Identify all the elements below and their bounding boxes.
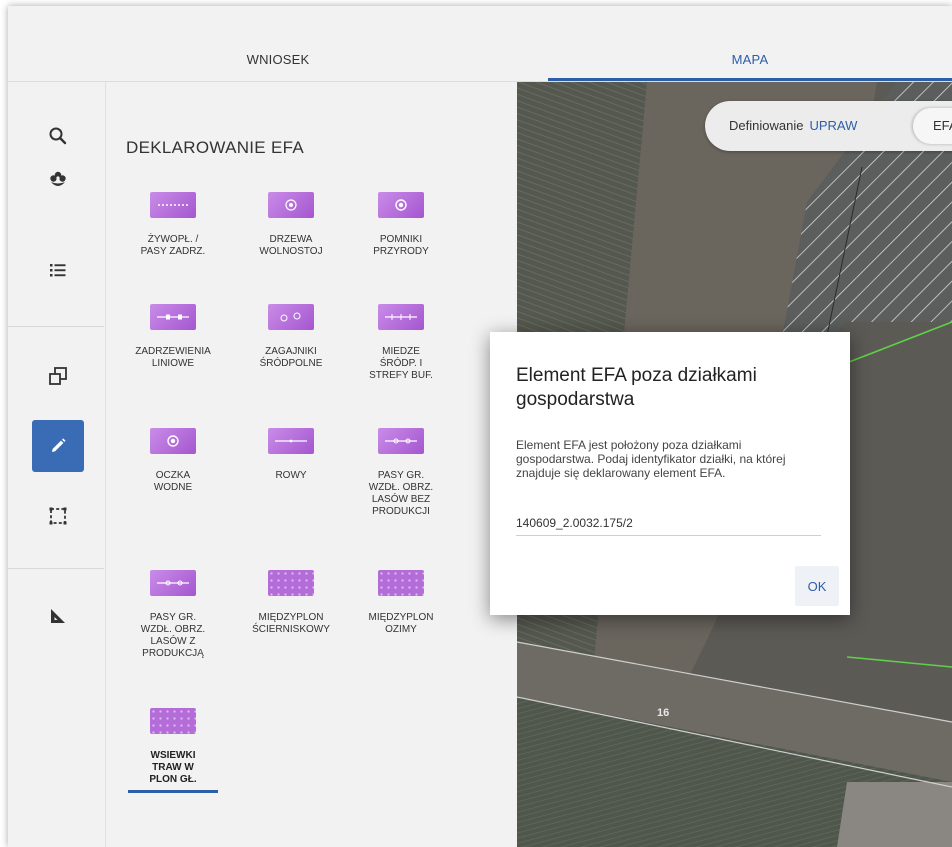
- rail-divider: [8, 568, 104, 569]
- efa-tile-forest-strips-production[interactable]: PASY GR. WZDŁ. OBRZ. LASÓW Z PRODUKCJĄ: [118, 570, 228, 660]
- balk-swatch-icon: [378, 304, 424, 330]
- efa-tile-stubble-catch-crop[interactable]: MIĘDZYPLON ŚCIERNISKOWY: [236, 570, 346, 636]
- ditch-swatch-icon: [268, 428, 314, 454]
- tile-label: PASY GR. WZDŁ. OBRZ. LASÓW BEZ PRODUKCJI: [368, 470, 434, 517]
- tile-label: POMNIKI PRZYRODY: [373, 234, 429, 257]
- pond-swatch-icon: [150, 428, 196, 454]
- tab-bar: WNIOSEK MAPA: [8, 6, 952, 82]
- efa-tile-forest-strips-no-production[interactable]: PASY GR. WZDŁ. OBRZ. LASÓW BEZ PRODUKCJI: [346, 428, 456, 518]
- draw-button[interactable]: [32, 420, 84, 472]
- crop-button[interactable]: [32, 154, 84, 206]
- select-area-icon: [49, 507, 67, 525]
- efa-tile-trees[interactable]: DRZEWA WOLNOSTOJ: [236, 192, 346, 258]
- undersowing-swatch-icon: [150, 708, 196, 734]
- dialog-message: Element EFA jest położony poza działkami…: [516, 438, 786, 480]
- rail-divider: [8, 326, 104, 327]
- tile-label: PASY GR. WZDŁ. OBRZ. LASÓW Z PRODUKCJĄ: [140, 612, 206, 659]
- app-window: WNIOSEK MAPA DEKLAROWANIE EFA ŻYWOPŁ. / …: [8, 6, 952, 847]
- tab-wniosek[interactable]: WNIOSEK: [8, 6, 548, 81]
- forest-strip-swatch-icon: [378, 428, 424, 454]
- ruler-triangle-icon: [51, 609, 65, 623]
- dialog-title: Element EFA poza działkami gospodarstwa: [516, 365, 757, 410]
- mode-define-upraw[interactable]: Definiowanie UPRAW: [729, 118, 857, 133]
- efa-tile-ponds[interactable]: OCZKA WODNE: [118, 428, 228, 494]
- winter-catch-crop-swatch-icon: [378, 570, 424, 596]
- efa-tile-groves[interactable]: ZAGAJNIKI ŚRÓDPOLNE: [236, 304, 346, 370]
- efa-tile-ditches[interactable]: ROWY: [236, 428, 346, 482]
- tile-label: MIEDZE ŚRÓDP. I STREFY BUF.: [369, 346, 433, 381]
- tile-label: MIĘDZYPLON OZIMY: [368, 612, 434, 635]
- efa-tile-winter-catch-crop[interactable]: MIĘDZYPLON OZIMY: [346, 570, 456, 636]
- monument-swatch-icon: [378, 192, 424, 218]
- tile-label: WSIEWKI TRAW W PLON GŁ.: [149, 750, 197, 785]
- line-trees-swatch-icon: [150, 304, 196, 330]
- tab-mapa[interactable]: MAPA: [548, 6, 952, 81]
- panel-title: DEKLAROWANIE EFA: [126, 138, 304, 157]
- efa-tile-hedges[interactable]: ŻYWOPŁ. / PASY ZADRZ.: [118, 192, 228, 258]
- grove-swatch-icon: [268, 304, 314, 330]
- efa-tile-balks[interactable]: MIEDZE ŚRÓDP. I STREFY BUF.: [346, 304, 456, 382]
- ok-button[interactable]: OK: [795, 566, 839, 606]
- pencil-icon: [52, 438, 66, 452]
- tile-label: ŻYWOPŁ. / PASY ZADRZ.: [140, 234, 206, 257]
- parcel-id-input[interactable]: [516, 510, 821, 536]
- select-area-button[interactable]: [32, 490, 84, 542]
- flower-icon: [50, 171, 66, 186]
- tile-label: ROWY: [275, 470, 307, 481]
- tile-label: DRZEWA WOLNOSTOJ: [259, 234, 323, 257]
- list-button[interactable]: [32, 244, 84, 296]
- efa-panel: DEKLAROWANIE EFA ŻYWOPŁ. / PASY ZADRZ. DR…: [106, 82, 517, 847]
- tile-label: OCZKA WODNE: [153, 470, 193, 493]
- copy-icon: [49, 367, 67, 385]
- tool-rail: [8, 82, 106, 847]
- efa-tile-monuments[interactable]: POMNIKI PRZYRODY: [346, 192, 456, 258]
- copy-button[interactable]: [32, 350, 84, 402]
- mode-switch: DefiniowanieUPRAW EFA: [705, 101, 952, 151]
- tab-active-indicator: [548, 78, 952, 81]
- efa-tile-line-trees[interactable]: ZADRZEWIENIA LINIOWE: [118, 304, 228, 370]
- tree-swatch-icon: [268, 192, 314, 218]
- search-icon: [49, 127, 67, 145]
- tile-label: ZADRZEWIENIA LINIOWE: [135, 346, 211, 369]
- measure-button[interactable]: [32, 590, 84, 642]
- list-icon: [50, 264, 66, 277]
- stubble-catch-crop-swatch-icon: [268, 570, 314, 596]
- parcel-number-label: 16: [657, 707, 670, 719]
- hedge-swatch-icon: [150, 192, 196, 218]
- forest-strip-production-swatch-icon: [150, 570, 196, 596]
- mode-efa-button[interactable]: EFA: [913, 108, 952, 144]
- selected-indicator: [128, 790, 218, 793]
- efa-outside-parcels-dialog: Element EFA poza działkami gospodarstwa …: [490, 332, 850, 615]
- tile-label: MIĘDZYPLON ŚCIERNISKOWY: [252, 612, 330, 635]
- efa-tile-grass-undersowing[interactable]: WSIEWKI TRAW W PLON GŁ.: [118, 708, 228, 793]
- tile-label: ZAGAJNIKI ŚRÓDPOLNE: [259, 346, 323, 369]
